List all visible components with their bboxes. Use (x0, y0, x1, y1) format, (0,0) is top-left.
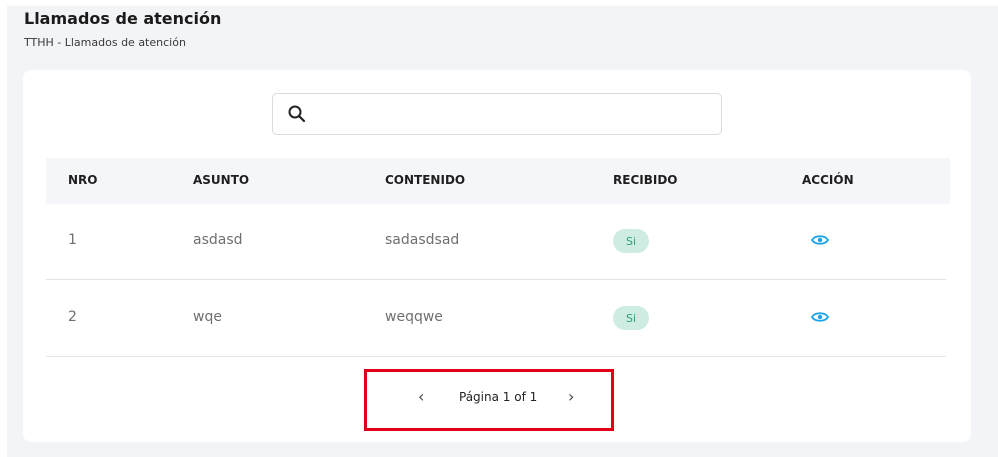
view-icon[interactable] (811, 234, 829, 246)
next-page-button[interactable]: › (568, 387, 574, 406)
row-divider (46, 279, 946, 280)
row-2-contenido: weqqwe (385, 309, 443, 325)
column-header-recibido: RECIBIDO (613, 173, 678, 187)
row-1-recibido-badge: Si (613, 229, 649, 253)
search-box[interactable] (272, 93, 722, 135)
search-icon (288, 105, 306, 123)
row-divider (46, 356, 946, 357)
row-1-asunto: asdasd (193, 232, 243, 248)
search-input[interactable] (317, 100, 711, 130)
page-title: Llamados de atención (24, 9, 222, 28)
prev-page-button[interactable]: ‹ (418, 387, 424, 406)
row-2-asunto: wqe (193, 309, 222, 325)
column-header-nro: NRO (68, 173, 98, 187)
column-header-asunto: ASUNTO (193, 173, 250, 187)
column-header-contenido: CONTENIDO (385, 173, 466, 187)
row-2-recibido-badge: Si (613, 306, 649, 330)
row-1-nro: 1 (68, 232, 77, 248)
breadcrumb: TTHH - Llamados de atención (24, 36, 186, 49)
row-1-contenido: sadasdsad (385, 232, 460, 248)
top-edge (0, 0, 998, 6)
column-header-accion: ACCIÓN (802, 173, 854, 187)
view-icon[interactable] (811, 311, 829, 323)
page-indicator: Página 1 of 1 (459, 390, 538, 404)
row-2-nro: 2 (68, 309, 77, 325)
